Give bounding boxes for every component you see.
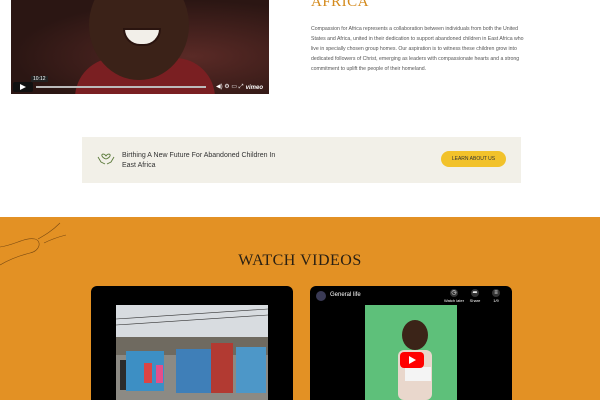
player-controls[interactable]: ◀) ⚙ ▭ ⤢ xyxy=(216,83,244,91)
settings-icon[interactable]: ⚙ xyxy=(224,84,229,90)
top-video-player[interactable]: 10:12 ◀) ⚙ ▭ ⤢ vimeo xyxy=(11,0,269,94)
playlist-icon: ≡ xyxy=(492,289,500,297)
time-tooltip: 10:12 xyxy=(31,76,48,82)
video-title[interactable]: General life xyxy=(330,292,361,298)
clock-icon: ◷ xyxy=(450,289,458,297)
section-title: AFRICA xyxy=(311,0,370,10)
share-icon: ➦ xyxy=(471,289,479,297)
playlist-counter: 1/9 xyxy=(493,298,499,303)
video-control-bar: 10:12 ◀) ⚙ ▭ ⤢ vimeo xyxy=(11,76,269,94)
playlist-button[interactable]: ≡ 1/9 xyxy=(482,289,510,303)
play-button[interactable] xyxy=(13,82,33,92)
vimeo-logo[interactable]: vimeo xyxy=(246,85,263,91)
fullscreen-icon[interactable]: ⤢ xyxy=(239,84,244,90)
watch-videos-title: WATCH VIDEOS xyxy=(238,252,362,269)
video-embed-2[interactable] xyxy=(310,286,512,400)
learn-about-us-button[interactable]: LEARN ABOUT US xyxy=(441,151,506,167)
share-label: Share xyxy=(469,298,481,303)
progress-bar[interactable] xyxy=(36,86,206,88)
hands-heart-icon xyxy=(97,153,115,165)
video-embed-1[interactable] xyxy=(91,286,293,400)
banner-title: Birthing A New Future For Abandoned Chil… xyxy=(122,152,276,169)
youtube-play-button[interactable] xyxy=(400,352,424,368)
volume-icon[interactable]: ◀) xyxy=(216,84,223,90)
pip-icon[interactable]: ▭ xyxy=(231,84,237,90)
video-thumbnail-street xyxy=(116,305,268,400)
channel-avatar[interactable] xyxy=(316,291,326,301)
intro-paragraph: Compassion for Africa represents a colla… xyxy=(311,26,524,72)
